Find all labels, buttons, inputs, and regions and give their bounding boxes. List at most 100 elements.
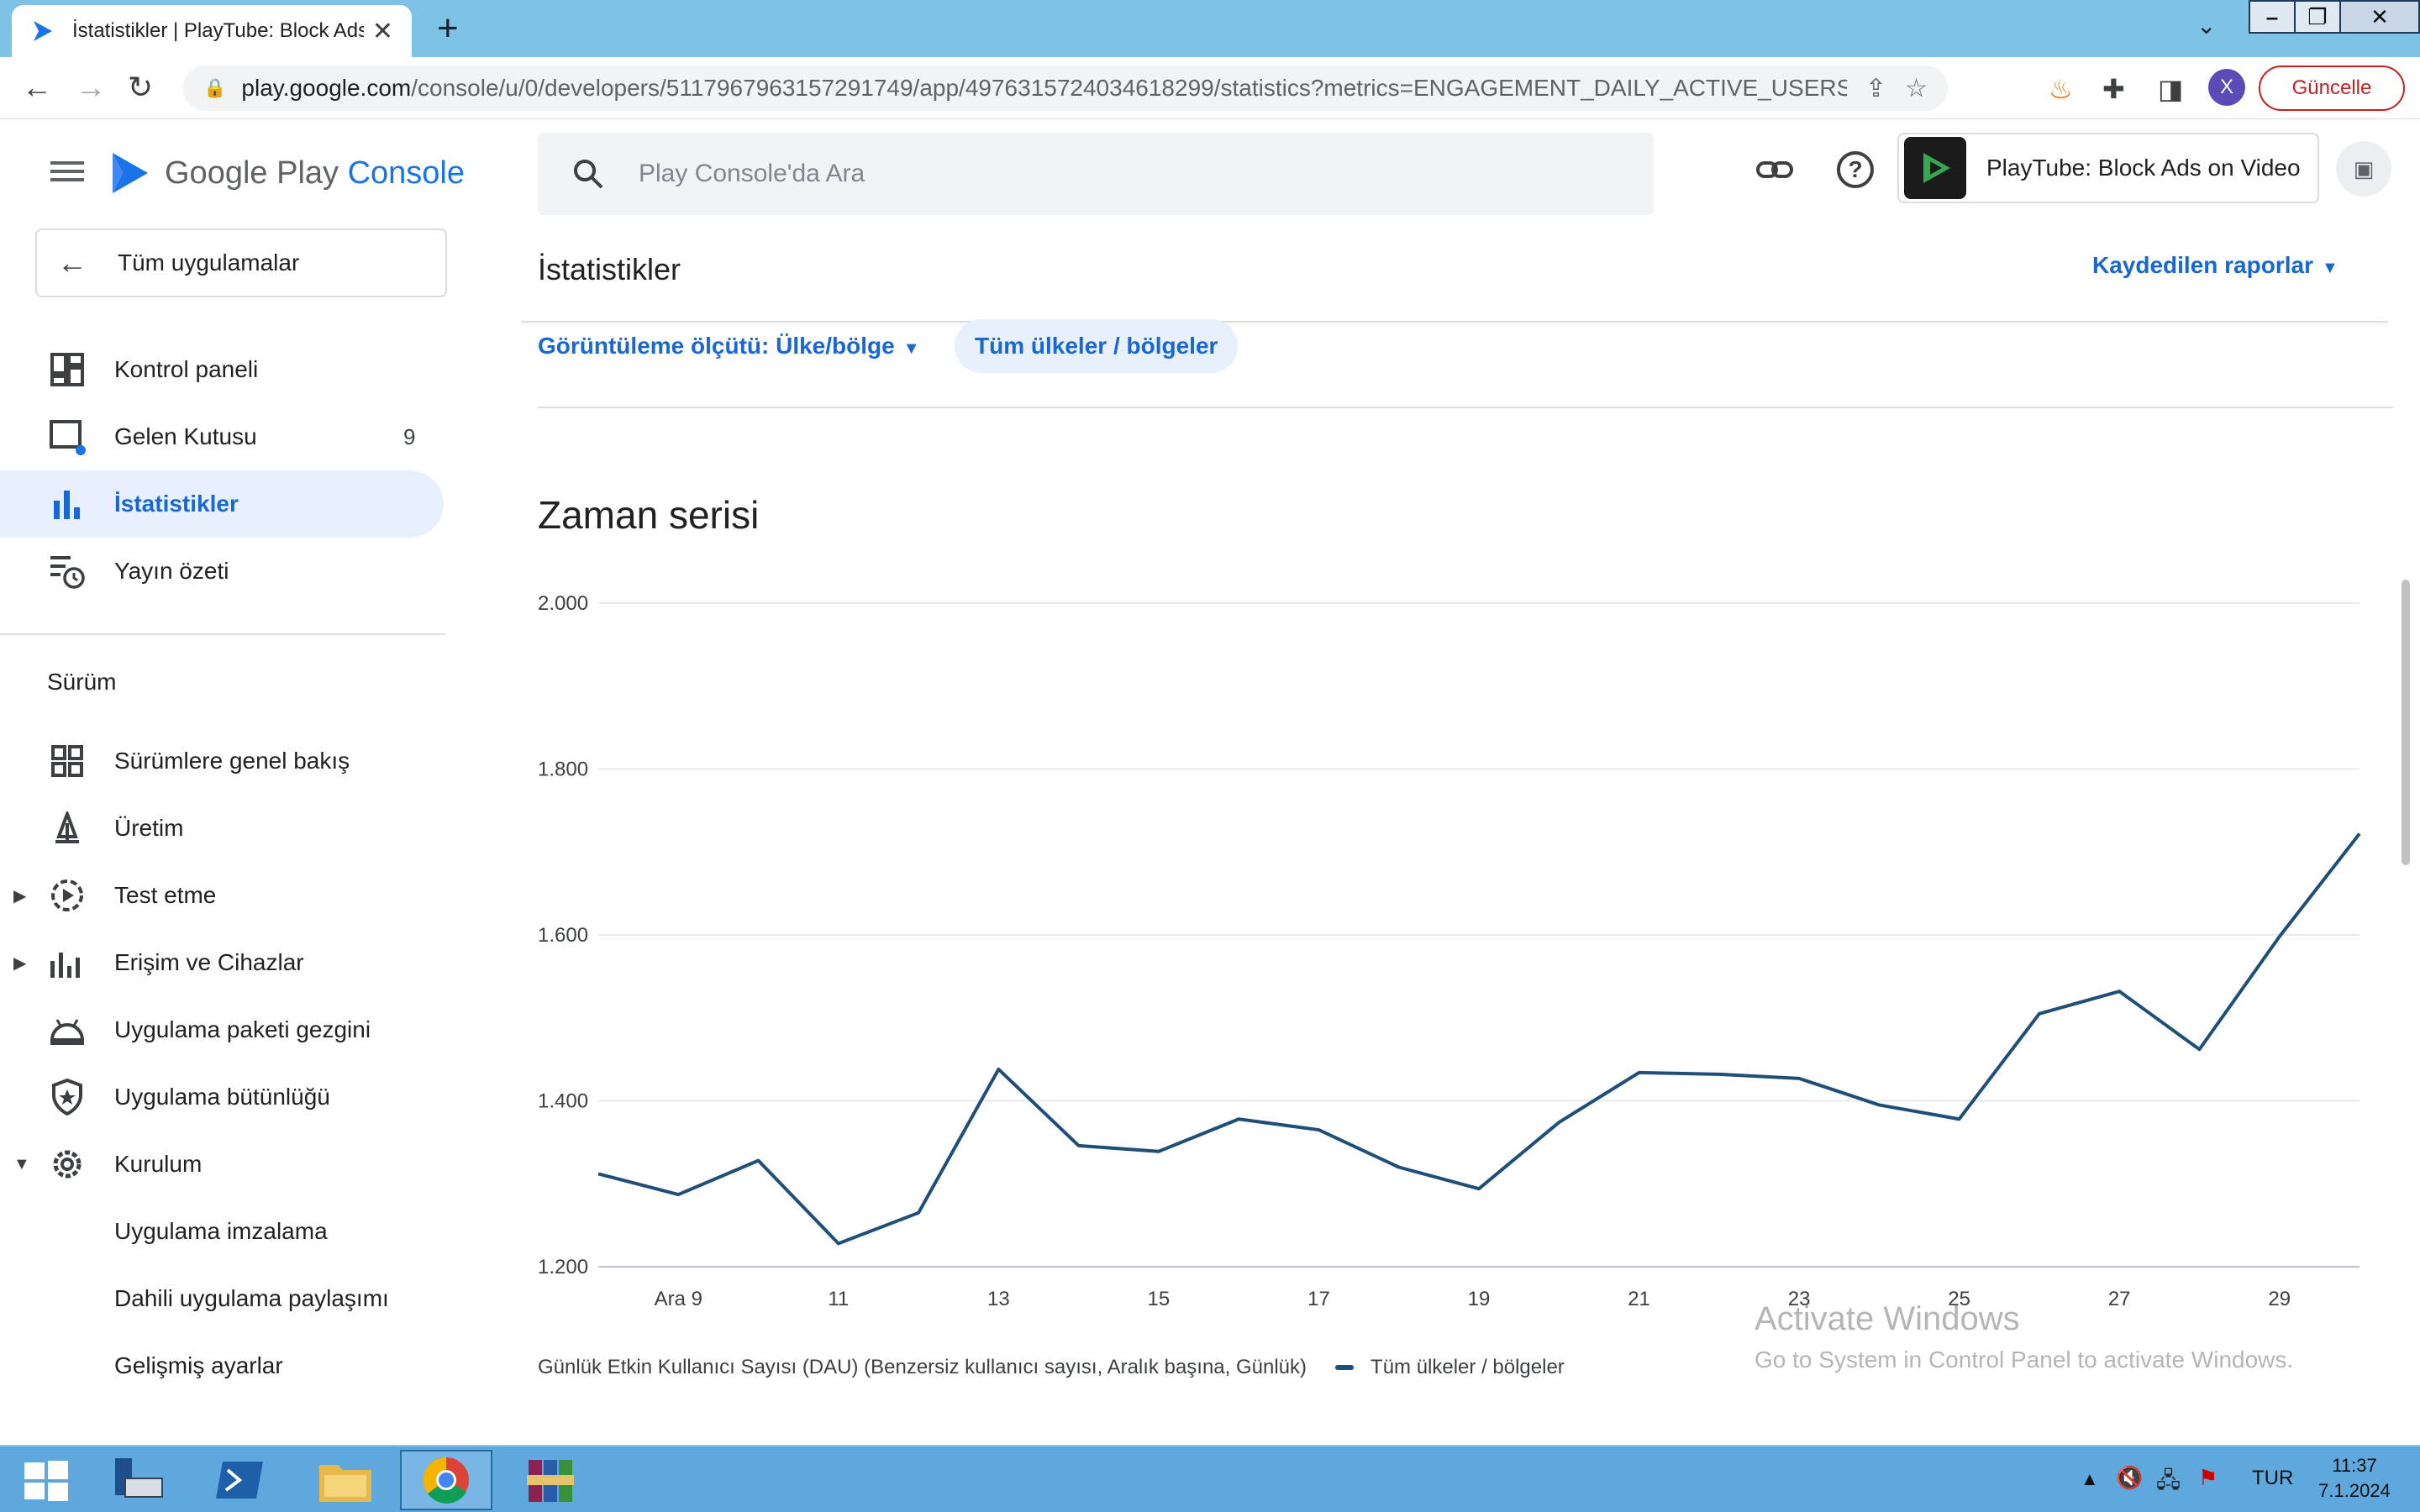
sidebar-subitem-app-signing[interactable]: Uygulama imzalama [114, 1218, 328, 1245]
tray-expand-icon[interactable]: ▲ [2081, 1468, 2099, 1490]
update-button[interactable]: Güncelle [2259, 66, 2405, 111]
play-console-favicon-icon [34, 21, 52, 41]
share-icon[interactable]: ⇪ [1865, 74, 1886, 103]
file-explorer-button[interactable] [299, 1450, 392, 1510]
sidebar-item-reach-devices[interactable]: ▶ Erişim ve Cihazlar [0, 929, 444, 996]
profile-avatar[interactable]: X [2208, 69, 2245, 106]
url-host: play.google.com [241, 75, 412, 101]
tab-close-icon[interactable]: ✕ [372, 17, 393, 46]
sidebar-item-label: Uygulama paketi gezgini [114, 1016, 371, 1042]
time-series-chart[interactable]: 1.200 1.400 1.600 1.800 2.000 Ara 9 11 13 15 17 19… [521, 580, 2386, 1336]
sidebar-section-release: Sürüm [47, 669, 117, 695]
logo-accent: Console [347, 155, 465, 191]
page-scrollbar[interactable] [2402, 580, 2410, 865]
sidebar-item-label: Yayın özeti [114, 558, 229, 584]
sidebar-item-inbox[interactable]: Gelen Kutusu 9 [0, 403, 444, 470]
watermark-title: Activate Windows [1754, 1300, 2020, 1337]
sidebar-item-app-integrity[interactable]: Uygulama bütünlüğü [0, 1063, 444, 1131]
inbox-icon [49, 418, 86, 455]
sidebar-item-statistics[interactable]: İstatistikler [0, 470, 444, 538]
volume-muted-icon[interactable]: 🔇 [2116, 1465, 2143, 1491]
menu-hamburger-icon[interactable] [50, 156, 84, 190]
sidebar-item-label: Gelen Kutusu [114, 423, 257, 449]
window-close-button[interactable]: ✕ [2339, 0, 2420, 34]
back-arrow-icon[interactable]: ← [22, 71, 52, 104]
dashboard-icon [49, 351, 86, 388]
sidebar-item-releases-overview[interactable]: Sürümlere genel bakış [0, 727, 444, 795]
app-selector[interactable]: PlayTube: Block Ads on Video [1897, 133, 2319, 203]
expand-caret-icon[interactable]: ▶ [13, 885, 26, 906]
chrome-button[interactable] [400, 1450, 492, 1510]
powershell-button[interactable] [193, 1450, 286, 1510]
server-manager-icon [115, 1458, 163, 1498]
url-omnibox[interactable]: 🔒 play.google.com/console/u/0/developers… [183, 66, 1948, 111]
collapse-caret-icon[interactable]: ▼ [13, 1155, 30, 1174]
developer-account-icon[interactable]: ▣ [2336, 141, 2391, 197]
sidebar-item-publishing-overview[interactable]: Yayın özeti [0, 538, 444, 605]
expand-caret-icon[interactable]: ▶ [13, 953, 26, 974]
url-text: play.google.com/console/u/0/developers/5… [241, 75, 1847, 102]
tab-search-chevron-icon[interactable]: ⌄ [2196, 12, 2216, 39]
saved-reports-dropdown[interactable]: Kaydedilen raporlar ▼ [2092, 252, 2338, 279]
sidebar-subitem-internal-sharing[interactable]: Dahili uygulama paylaşımı [114, 1285, 389, 1312]
shield-icon [49, 1079, 86, 1116]
start-button[interactable] [0, 1450, 92, 1510]
reach-devices-icon [49, 944, 86, 981]
side-panel-icon[interactable]: ◨ [2158, 72, 2183, 106]
sticky-header-divider [521, 321, 2388, 323]
sidebar-item-app-bundle-explorer[interactable]: Uygulama paketi gezgini [0, 996, 444, 1063]
sidebar-item-label: Kontrol paneli [114, 356, 259, 382]
x-tick-label: 21 [1628, 1288, 1650, 1310]
input-language-indicator[interactable]: TUR [2252, 1467, 2293, 1490]
x-tick-label: 15 [1148, 1288, 1171, 1310]
clock-time: 11:37 [2332, 1455, 2377, 1476]
google-play-console-logo[interactable]: Google Play Console [109, 150, 465, 197]
y-tick-label: 1.400 [538, 1090, 588, 1113]
series-line[interactable] [597, 832, 2361, 1246]
sidebar: ← Tüm uygulamalar Kontrol paneli Gelen K… [0, 218, 447, 1445]
forward-arrow-icon[interactable]: → [76, 71, 106, 104]
sidebar-item-dashboard[interactable]: Kontrol paneli [0, 336, 444, 403]
help-icon[interactable]: ? [1837, 151, 1874, 188]
extension-fire-icon[interactable]: ♨ [2049, 72, 2073, 106]
app-logo-icon [1904, 137, 1966, 199]
address-bar-row: ← → ↻ 🔒 play.google.com/console/u/0/deve… [0, 57, 2420, 119]
country-filter-chip[interactable]: Tüm ülkeler / bölgeler [955, 319, 1239, 373]
winrar-button[interactable] [504, 1450, 597, 1510]
extensions-puzzle-icon[interactable]: ✚ [2102, 72, 2125, 106]
browser-tab[interactable]: İstatistikler | PlayTube: Block Ads ✕ [12, 5, 412, 57]
window-restore-button[interactable]: ❐ [2294, 0, 2341, 34]
network-icon[interactable]: 🖧 [2156, 1465, 2181, 1502]
sidebar-item-setup[interactable]: ▼ Kurulum [0, 1131, 444, 1198]
action-center-icon[interactable]: ⚑ [2198, 1465, 2217, 1491]
x-tick-label: Ara 9 [655, 1288, 702, 1310]
play-triangle-icon [1923, 153, 1950, 183]
sidebar-divider [0, 633, 445, 635]
legend-series-swatch [1335, 1365, 1355, 1370]
releases-overview-icon [49, 743, 86, 780]
bookmark-star-icon[interactable]: ☆ [1905, 74, 1928, 103]
production-icon [49, 810, 86, 847]
publishing-overview-icon [49, 553, 86, 590]
sidebar-item-label: Üretim [114, 815, 184, 841]
new-tab-icon[interactable]: + [437, 8, 459, 49]
reload-icon[interactable]: ↻ [128, 71, 153, 104]
link-icon[interactable] [1754, 150, 1795, 190]
y-tick-label: 1.200 [538, 1256, 588, 1278]
sidebar-item-testing[interactable]: ▶ Test etme [0, 862, 444, 929]
winrar-icon [527, 1460, 574, 1502]
console-search-input[interactable]: Play Console'da Ara [538, 133, 1654, 215]
window-minimize-button[interactable]: – [2249, 0, 2296, 34]
chrome-icon [423, 1457, 469, 1504]
sidebar-item-production[interactable]: Üretim [0, 795, 444, 862]
server-manager-button[interactable] [92, 1450, 185, 1510]
all-apps-button[interactable]: ← Tüm uygulamalar [35, 228, 447, 297]
sidebar-subitem-advanced-settings[interactable]: Gelişmiş ayarlar [114, 1352, 283, 1379]
filter-divider [538, 407, 2393, 408]
logo-text: Google Play Console [165, 155, 465, 192]
legend-metric-label: Günlük Etkin Kullanıcı Sayısı (DAU) (Ben… [538, 1356, 1307, 1378]
view-by-dropdown[interactable]: Görüntüleme ölçütü: Ülke/bölge ▼ [538, 333, 920, 360]
inbox-count-badge: 9 [403, 423, 416, 449]
legend-series-label[interactable]: Tüm ülkeler / bölgeler [1370, 1356, 1565, 1379]
clock[interactable]: 11:37 7.1.2024 [2312, 1453, 2396, 1504]
